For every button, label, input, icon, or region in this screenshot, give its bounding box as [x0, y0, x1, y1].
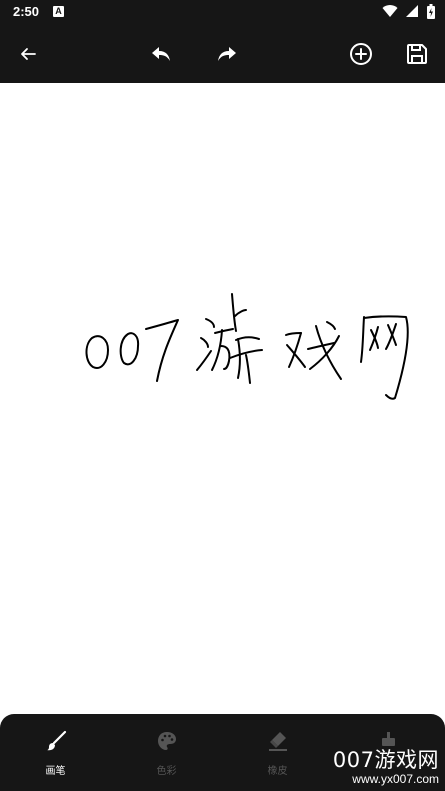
signal-icon: [405, 5, 418, 17]
nav-color[interactable]: 色彩: [111, 714, 222, 791]
add-circle-icon: [350, 43, 372, 65]
bottom-toolbar: 画笔 色彩 橡皮 007游戏网 www.yx007.com: [0, 714, 445, 791]
status-time: 2:50: [13, 4, 40, 19]
brush-icon: [46, 730, 66, 751]
eraser-icon: [268, 732, 287, 751]
nav-brush[interactable]: 画笔: [0, 714, 111, 791]
handwriting-drawing: [85, 293, 409, 400]
drawing-canvas[interactable]: [0, 83, 445, 714]
undo-button[interactable]: [146, 39, 176, 69]
nav-label-eraser: 橡皮: [267, 766, 288, 777]
back-arrow-icon: [21, 48, 36, 60]
watermark-url: www.yx007.com: [352, 772, 439, 786]
undo-icon: [152, 47, 170, 61]
save-icon: [407, 44, 427, 64]
watermark: 007游戏网 www.yx007.com: [333, 748, 439, 787]
battery-icon: [427, 4, 435, 19]
top-toolbar: [0, 24, 445, 83]
save-button[interactable]: [402, 39, 432, 69]
notification-icon: A: [53, 6, 64, 17]
back-button[interactable]: [13, 39, 43, 69]
status-bar: 2:50 A: [0, 0, 445, 24]
nav-label-color: 色彩: [156, 766, 177, 777]
palette-icon: [157, 732, 176, 750]
status-icons: [378, 4, 435, 20]
add-button[interactable]: [346, 39, 376, 69]
redo-icon: [218, 47, 236, 61]
watermark-title: 007游戏网: [332, 748, 439, 772]
nav-eraser[interactable]: 橡皮: [222, 714, 333, 791]
redo-button[interactable]: [212, 39, 242, 69]
nav-label-brush: 画笔: [45, 766, 66, 777]
wifi-icon: [382, 5, 398, 18]
